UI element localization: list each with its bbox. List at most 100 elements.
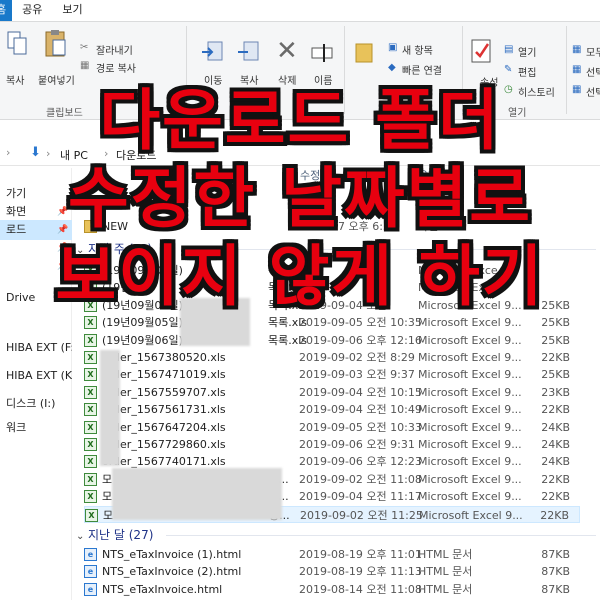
file-date: 2019-09-03 오전 9:37	[299, 368, 415, 382]
file-row[interactable]: Xorder_1567729860.xls 2019-09-06 오전 9:31 M…	[84, 436, 580, 453]
file-size: 22KB	[541, 490, 570, 504]
file-type: Microsoft Excel 9...	[418, 438, 522, 451]
tab-share[interactable]: 공유	[12, 0, 52, 21]
file-row[interactable]: X (19년09월06일) 목록.xls 2019-09-06 오후 12:16 Mic…	[84, 332, 580, 349]
overlay-title-line-2: 수정한 날짜별로	[67, 160, 533, 237]
file-type: Microsoft Excel 9...	[418, 316, 522, 330]
file-size: 25KB	[541, 333, 570, 347]
file-name: NTS_eTaxInvoice (1).html	[102, 548, 242, 561]
file-type: Microsoft Excel 9...	[418, 455, 522, 469]
nav-item-this-pc[interactable]	[0, 312, 72, 332]
cut-icon[interactable]: ✂	[80, 42, 88, 53]
file-row[interactable]: e NTS_eTaxInvoice (2).html 2019-08-19 오후 1…	[84, 563, 580, 580]
file-type: HTML 문서	[418, 582, 473, 596]
overlay-title-line-3: 보이지 않게 하기	[55, 238, 545, 315]
file-size: 87KB	[541, 582, 570, 596]
file-type: HTML 문서	[418, 565, 473, 579]
file-size: 87KB	[541, 565, 570, 579]
file-date: 2019-09-05 오전 10:33	[299, 420, 422, 434]
file-date: 2019-09-06 오후 12:16	[299, 333, 422, 347]
group-title: 지난 달 (27)	[88, 528, 154, 542]
properties-icon[interactable]	[470, 38, 492, 64]
file-type: Microsoft Excel 9...	[419, 508, 523, 522]
path-icon[interactable]: ▦	[80, 60, 89, 71]
excel-file-icon: X	[84, 368, 97, 382]
file-size: 25KB	[541, 316, 570, 330]
group-divider	[166, 535, 596, 536]
copy-path-button[interactable]: 경로 복사	[96, 60, 136, 75]
copy-button[interactable]: 복사	[6, 72, 24, 87]
easy-access-button[interactable]: 빠른 연결	[402, 62, 442, 77]
file-row[interactable]: Xorder_1567471019.xls 2019-09-03 오전 9:37 M…	[84, 366, 580, 383]
move-to-icon[interactable]	[200, 40, 224, 64]
file-date: 2019-09-02 오전 11:25	[300, 508, 423, 522]
file-row[interactable]: Xorder_1567559707.xls 2019-09-04 오전 10:15…	[84, 384, 580, 401]
file-type: Microsoft Excel 9...	[418, 368, 522, 382]
chevron-down-icon: ⌄	[76, 531, 85, 542]
new-folder-icon[interactable]	[354, 38, 374, 64]
nav-item-network[interactable]: 워크	[0, 418, 72, 438]
edit-icon[interactable]: ✎	[504, 64, 512, 75]
tab-view[interactable]: 보기	[52, 0, 92, 21]
open-icon[interactable]: ▤	[504, 44, 513, 55]
file-row[interactable]: Xorder_1567561731.xls 2019-09-04 오전 10:49…	[84, 401, 580, 418]
file-date: 2019-09-02 오전 11:08	[299, 472, 422, 486]
excel-file-icon: X	[84, 403, 97, 417]
group-header-last-month[interactable]: ⌄ 지난 달 (27)	[76, 526, 596, 544]
navigation-pane: 가기 화면 📌 로드 📌 📌 📌 Drive HIBA EXT (F:) HIB…	[0, 168, 72, 600]
nav-item-drive-f[interactable]: HIBA EXT (F:)	[0, 338, 72, 358]
file-row[interactable]: e NTS_eTaxInvoice (1).html 2019-08-19 오후 1…	[84, 546, 580, 563]
select-all-icon[interactable]: ▦	[572, 44, 581, 55]
cut-button[interactable]: 잘라내기	[96, 42, 133, 57]
copy-to-icon[interactable]	[236, 40, 260, 64]
excel-file-icon: X	[85, 508, 98, 522]
file-row[interactable]: Xorder_1567647204.xls 2019-09-05 오전 10:33…	[84, 419, 580, 436]
file-name: (19년09월06일)	[102, 333, 183, 347]
excel-file-icon: X	[84, 438, 97, 451]
nav-item-drive-i[interactable]: 디스크 (I:)	[0, 394, 72, 414]
paste-button[interactable]: 붙여넣기	[38, 72, 75, 87]
paste-icon[interactable]	[44, 28, 68, 58]
file-row[interactable]: Xorder_1567380520.xls 2019-09-02 오전 8:29 M…	[84, 349, 580, 366]
file-name: order_1567729860.xls	[102, 438, 226, 451]
file-size: 22KB	[540, 508, 569, 522]
select-none-button[interactable]: 선택	[586, 64, 600, 79]
file-type: HTML 문서	[418, 548, 473, 561]
file-name: 모	[102, 472, 113, 486]
file-date: 2019-09-06 오전 9:31	[299, 438, 415, 451]
file-row[interactable]: X (19년09월05일) 목록.xls 2019-09-05 오전 10:35 Mic…	[84, 314, 580, 331]
select-none-icon[interactable]: ▦	[572, 64, 581, 75]
edit-button[interactable]: 편집	[518, 64, 536, 79]
excel-file-icon: X	[84, 316, 97, 330]
file-type: Microsoft Excel 9...	[418, 420, 522, 434]
copy-icon[interactable]	[6, 30, 28, 58]
file-type: Microsoft Excel 9...	[418, 403, 522, 417]
file-row[interactable]: e NTS_eTaxInvoice.html 2019-08-14 오전 11:08…	[84, 581, 580, 598]
file-size: 25KB	[541, 368, 570, 382]
redaction-blur	[100, 350, 120, 466]
tab-home[interactable]: 홈	[0, 0, 13, 21]
excel-file-icon: X	[84, 472, 97, 486]
nav-item-drive-k[interactable]: HIBA EXT (K:)	[0, 366, 72, 386]
html-file-icon: e	[84, 582, 97, 596]
file-date: 2019-09-05 오전 10:35	[299, 316, 422, 330]
file-size: 23KB	[541, 385, 570, 399]
easy-access-icon[interactable]: ◆	[388, 62, 396, 73]
file-size: 22KB	[541, 403, 570, 417]
file-size: 24KB	[541, 438, 570, 451]
html-file-icon: e	[84, 548, 97, 561]
new-item-icon[interactable]: ▣	[388, 42, 397, 53]
open-button[interactable]: 열기	[518, 44, 536, 59]
file-date: 2019-09-04 오전 10:49	[299, 403, 422, 417]
file-name: NTS_eTaxInvoice (2).html	[102, 565, 242, 579]
file-date: 2019-08-14 오전 11:08	[299, 582, 422, 596]
delete-icon[interactable]: ✕	[276, 36, 298, 66]
select-all-button[interactable]: 모두	[586, 44, 600, 59]
rename-icon[interactable]	[310, 40, 334, 64]
file-size: 24KB	[541, 420, 570, 434]
file-date: 2019-09-04 오전 10:15	[299, 385, 422, 399]
file-name: (19년09월05일)	[102, 316, 183, 330]
new-item-button[interactable]: 새 항목	[402, 42, 433, 57]
file-size: 24KB	[541, 455, 570, 469]
file-name: NTS_eTaxInvoice.html	[102, 582, 223, 596]
